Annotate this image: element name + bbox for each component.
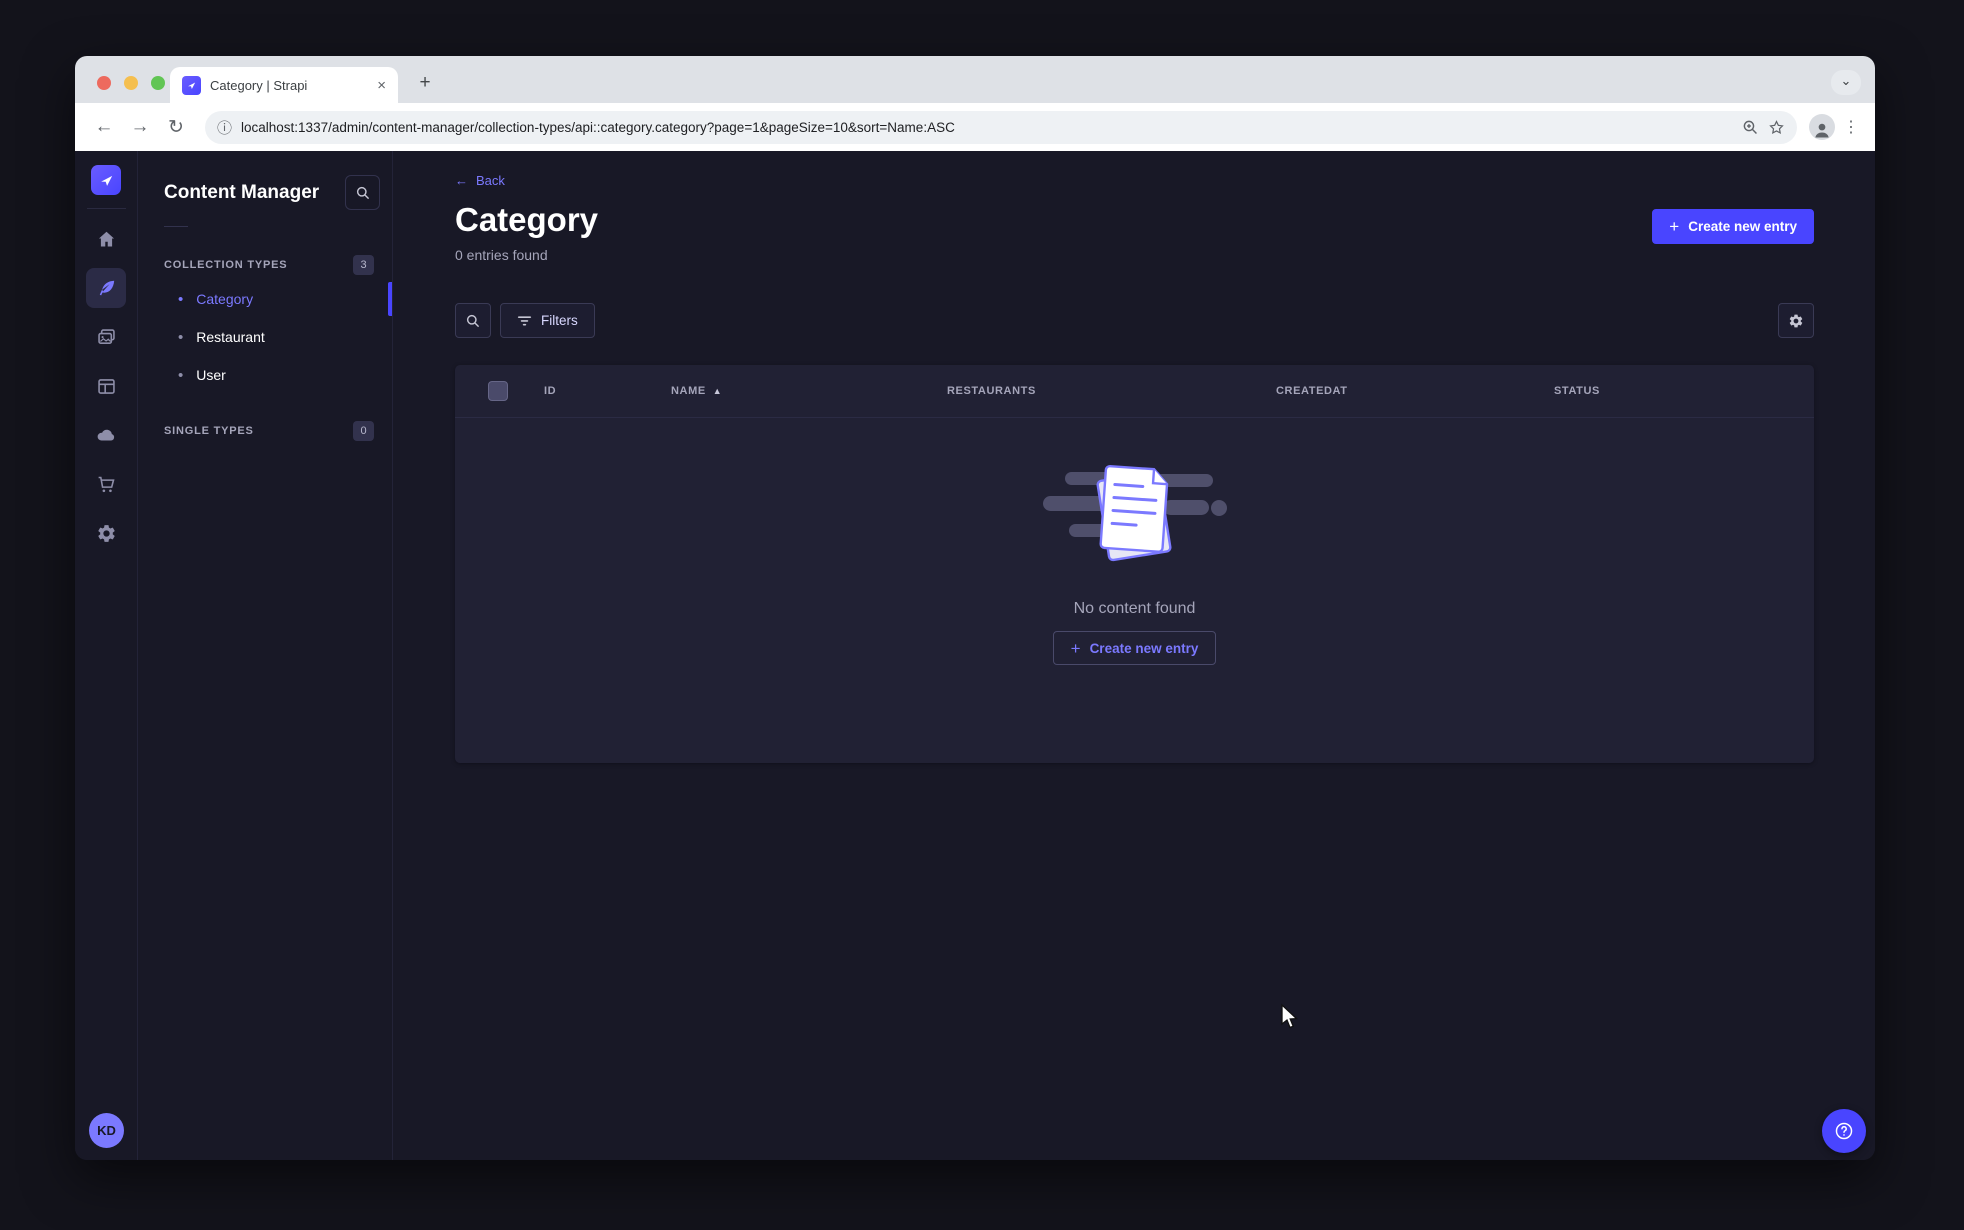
forward-nav-icon[interactable]: →	[125, 112, 155, 142]
mouse-cursor	[1281, 1003, 1299, 1029]
column-header-id[interactable]: ID	[544, 385, 671, 397]
zoom-window-button[interactable]	[151, 76, 165, 90]
url-text[interactable]: localhost:1337/admin/content-manager/col…	[241, 120, 1733, 135]
single-types-label: SINGLE TYPES	[164, 425, 254, 437]
bullet-icon: •	[178, 366, 184, 384]
table-search-button[interactable]	[455, 303, 491, 339]
zoom-page-icon[interactable]	[1742, 119, 1759, 136]
deploy-cloud-icon[interactable]	[86, 415, 126, 455]
subnav-item-category[interactable]: • Category	[138, 281, 392, 317]
empty-create-entry-button[interactable]: + Create new entry	[1052, 631, 1217, 666]
marketplace-cart-icon[interactable]	[86, 464, 126, 504]
collection-types-count-badge: 3	[353, 255, 374, 275]
minimize-window-button[interactable]	[124, 76, 138, 90]
tab-title: Category | Strapi	[210, 77, 308, 93]
sort-ascending-icon: ▲	[712, 386, 723, 397]
select-all-checkbox[interactable]	[488, 381, 508, 402]
bookmark-star-icon[interactable]	[1768, 119, 1785, 136]
tab-close-icon[interactable]: ×	[377, 77, 386, 94]
entries-table: ID NAME ▲ RESTAURANTS CREATEDAT STATUS N…	[455, 365, 1814, 764]
no-content-illustration	[1042, 465, 1227, 562]
collection-types-label: COLLECTION TYPES	[164, 259, 288, 271]
bullet-icon: •	[178, 290, 184, 308]
tab-search-chevron-icon[interactable]: ⌄	[1831, 70, 1861, 95]
view-settings-button[interactable]	[1778, 303, 1814, 339]
user-avatar[interactable]: KD	[89, 1113, 124, 1148]
browser-tab[interactable]: Category | Strapi ×	[170, 67, 398, 103]
column-header-status[interactable]: STATUS	[1554, 385, 1814, 397]
home-icon[interactable]	[86, 219, 126, 259]
subnav-divider	[164, 226, 188, 227]
column-header-restaurants[interactable]: RESTAURANTS	[947, 385, 1276, 397]
strapi-logo[interactable]	[91, 165, 121, 195]
table-header-row: ID NAME ▲ RESTAURANTS CREATEDAT STATUS	[455, 365, 1814, 419]
column-header-createdat[interactable]: CREATEDAT	[1276, 385, 1554, 397]
column-header-name[interactable]: NAME ▲	[671, 385, 947, 397]
address-bar[interactable]: ⓘ localhost:1337/admin/content-manager/c…	[205, 110, 1797, 144]
entries-count: 0 entries found	[455, 247, 548, 264]
browser-menu-icon[interactable]: ⋮	[1841, 117, 1861, 137]
page-title: Category	[455, 201, 599, 238]
browser-tabstrip: Category | Strapi × + ⌄	[75, 56, 1875, 103]
subnav-item-user[interactable]: • User	[138, 357, 392, 393]
back-link[interactable]: ← Back	[455, 173, 505, 188]
main-content: ← Back Category 0 entries found + Create…	[393, 151, 1875, 1160]
subnav-item-restaurant[interactable]: • Restaurant	[138, 319, 392, 355]
back-nav-icon[interactable]: ←	[89, 112, 119, 142]
help-button[interactable]	[1822, 1109, 1866, 1153]
close-window-button[interactable]	[97, 76, 111, 90]
empty-message: No content found	[1073, 600, 1196, 618]
window-controls	[97, 76, 165, 90]
create-entry-button[interactable]: + Create new entry	[1652, 209, 1814, 244]
content-type-builder-icon[interactable]	[86, 366, 126, 406]
strapi-app: KD Content Manager COLLECTION TYPES 3 • …	[75, 151, 1875, 1160]
browser-toolbar: ← → ↻ ⓘ localhost:1337/admin/content-man…	[75, 103, 1875, 151]
back-arrow-icon: ←	[455, 173, 468, 188]
browser-window: Category | Strapi × + ⌄ ← → ↻ ⓘ localhos…	[75, 56, 1875, 1160]
settings-gear-icon[interactable]	[86, 513, 126, 553]
filters-button[interactable]: Filters	[500, 303, 595, 339]
bullet-icon: •	[178, 328, 184, 346]
filter-lines-icon	[517, 316, 532, 326]
subnav-search-button[interactable]	[345, 175, 380, 210]
active-indicator	[388, 282, 392, 316]
empty-state: No content found + Create new entry	[455, 418, 1814, 763]
media-library-icon[interactable]	[86, 317, 126, 357]
content-manager-icon[interactable]	[86, 268, 126, 308]
rail-divider	[86, 208, 126, 209]
strapi-favicon	[182, 75, 201, 95]
page-info-icon[interactable]: ⓘ	[217, 117, 232, 138]
desktop: Category | Strapi × + ⌄ ← → ↻ ⓘ localhos…	[0, 0, 1964, 1230]
plus-icon: +	[1070, 638, 1081, 658]
plus-icon: +	[1669, 217, 1680, 236]
question-mark-icon	[1835, 1122, 1853, 1140]
single-types-count-badge: 0	[353, 421, 374, 441]
content-manager-subnav: Content Manager COLLECTION TYPES 3 • Cat…	[138, 151, 393, 1160]
main-navigation-rail: KD	[75, 151, 138, 1160]
subnav-title: Content Manager	[164, 181, 320, 203]
reload-icon[interactable]: ↻	[161, 112, 191, 142]
new-tab-button[interactable]: +	[413, 71, 437, 95]
browser-profile-icon[interactable]	[1809, 114, 1835, 140]
